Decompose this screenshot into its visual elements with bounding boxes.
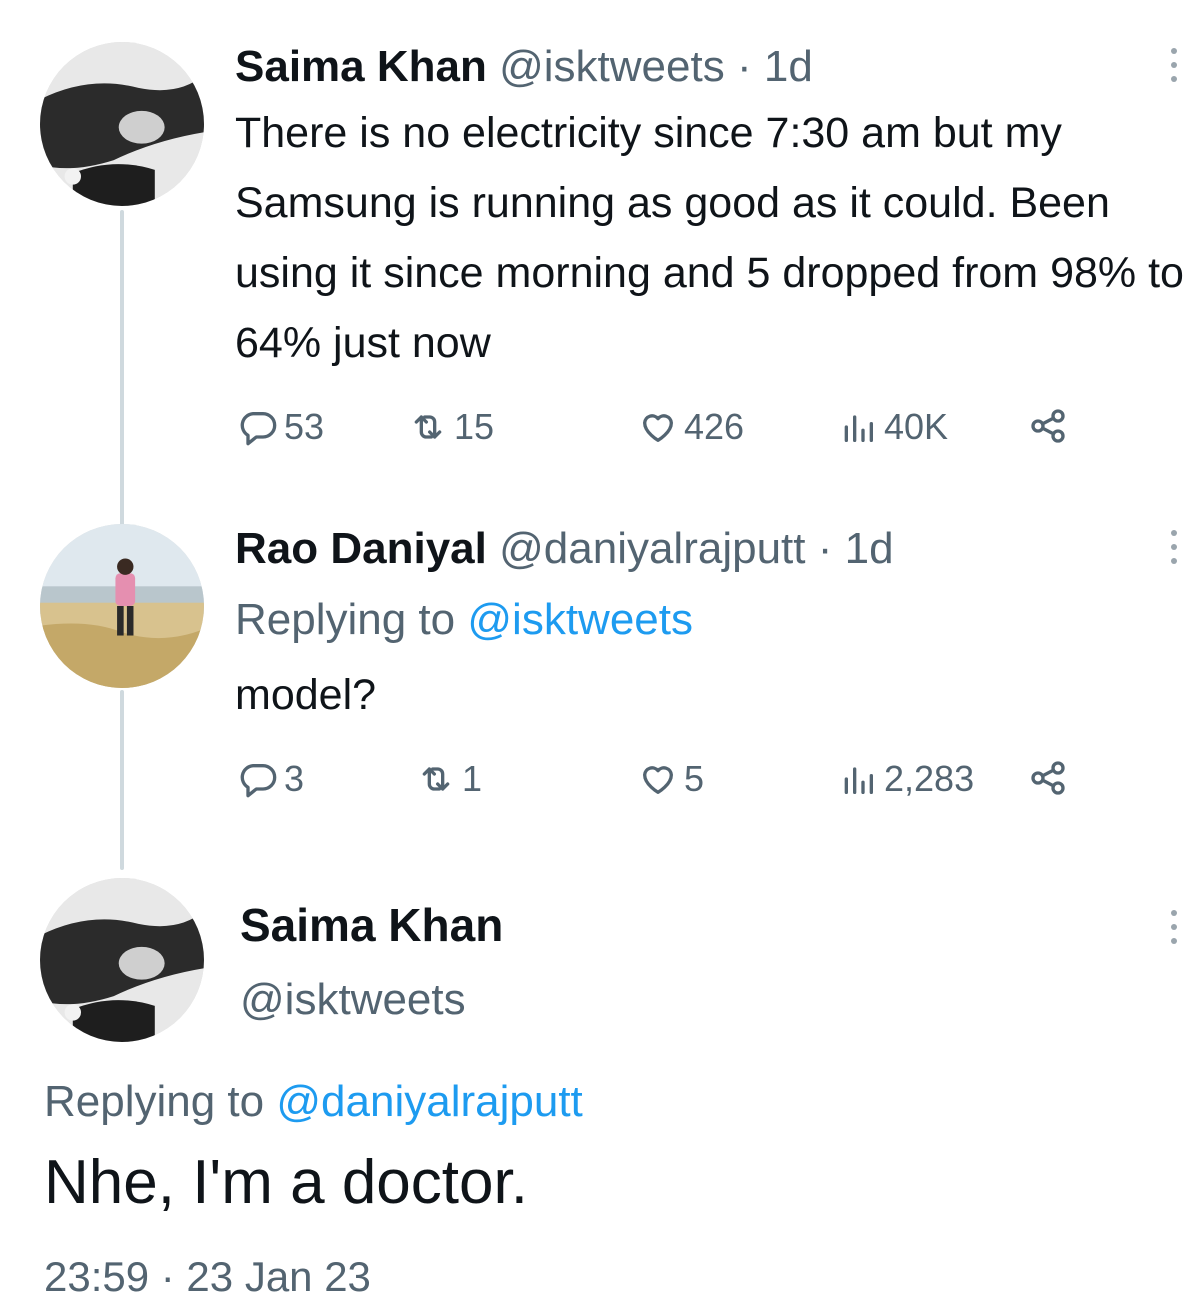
replying-to-handle[interactable]: @daniyalrajputt bbox=[276, 1077, 582, 1126]
more-vertical-icon[interactable] bbox=[1164, 530, 1184, 564]
like-count: 5 bbox=[684, 758, 705, 799]
retweet-icon bbox=[422, 767, 450, 791]
views-count: 2,283 bbox=[884, 758, 975, 799]
tweet-text: model? bbox=[235, 671, 377, 719]
replying-to-handle[interactable]: @isktweets bbox=[467, 595, 693, 644]
share-icon bbox=[1031, 409, 1065, 443]
reply-button[interactable]: 3 bbox=[238, 758, 304, 800]
retweet-button[interactable]: 1 bbox=[416, 758, 482, 800]
reply-icon bbox=[240, 764, 277, 798]
avatar[interactable] bbox=[40, 524, 204, 688]
tweet-text: Nhe, I'm a doctor. bbox=[44, 1148, 528, 1217]
views-icon bbox=[844, 767, 873, 794]
views-button[interactable]: 2,283 bbox=[838, 758, 974, 800]
heart-icon bbox=[643, 414, 673, 442]
tweet-time[interactable]: 1d bbox=[764, 42, 813, 91]
tweet-text: There is no electricity since 7:30 am bu… bbox=[235, 109, 1184, 367]
share-button[interactable] bbox=[1028, 758, 1074, 798]
heart-icon bbox=[643, 766, 673, 794]
reply-count: 3 bbox=[284, 758, 305, 799]
handle[interactable]: @daniyalrajputt bbox=[499, 524, 805, 573]
more-vertical-icon[interactable] bbox=[1164, 48, 1184, 82]
reply-icon bbox=[240, 412, 277, 446]
share-icon bbox=[1031, 761, 1065, 795]
retweet-count: 15 bbox=[454, 406, 495, 447]
replying-to: Replying to @daniyalrajputt bbox=[44, 1080, 583, 1124]
avatar[interactable] bbox=[40, 878, 204, 1042]
display-name[interactable]: Saima Khan bbox=[240, 902, 503, 948]
tweet-header: Rao Daniyal @daniyalrajputt · 1d bbox=[235, 527, 894, 571]
tweet-timestamp[interactable]: 23:59 · 23 Jan 23 bbox=[44, 1256, 371, 1298]
retweet-icon bbox=[414, 415, 442, 439]
retweet-count: 1 bbox=[462, 758, 483, 799]
more-vertical-icon[interactable] bbox=[1164, 910, 1184, 944]
tweet-header: Saima Khan @isktweets · 1d bbox=[235, 45, 813, 89]
retweet-button[interactable]: 15 bbox=[408, 406, 494, 448]
share-button[interactable] bbox=[1028, 406, 1074, 446]
views-icon bbox=[844, 415, 873, 442]
avatar[interactable] bbox=[40, 42, 204, 206]
like-button[interactable]: 426 bbox=[638, 406, 744, 448]
tweet-time[interactable]: 1d bbox=[845, 524, 894, 573]
replying-prefix: Replying to bbox=[235, 595, 456, 644]
tweet-actions: 53 15 426 40K bbox=[238, 406, 1098, 456]
replying-prefix: Replying to bbox=[44, 1077, 265, 1126]
reply-button[interactable]: 53 bbox=[238, 406, 324, 448]
views-button[interactable]: 40K bbox=[838, 406, 948, 448]
reply-count: 53 bbox=[284, 406, 325, 447]
thread-line bbox=[120, 690, 124, 870]
handle[interactable]: @isktweets bbox=[499, 42, 725, 91]
separator: · bbox=[817, 524, 833, 573]
handle[interactable]: @isktweets bbox=[240, 978, 466, 1022]
like-count: 426 bbox=[684, 406, 745, 447]
display-name[interactable]: Rao Daniyal bbox=[235, 524, 487, 573]
replying-to: Replying to @isktweets bbox=[235, 598, 693, 642]
display-name[interactable]: Saima Khan bbox=[235, 42, 487, 91]
separator: · bbox=[736, 42, 752, 91]
views-count: 40K bbox=[884, 406, 949, 447]
tweet-actions: 3 1 5 2,283 bbox=[238, 758, 1098, 808]
like-button[interactable]: 5 bbox=[638, 758, 704, 800]
thread-line bbox=[120, 210, 124, 528]
